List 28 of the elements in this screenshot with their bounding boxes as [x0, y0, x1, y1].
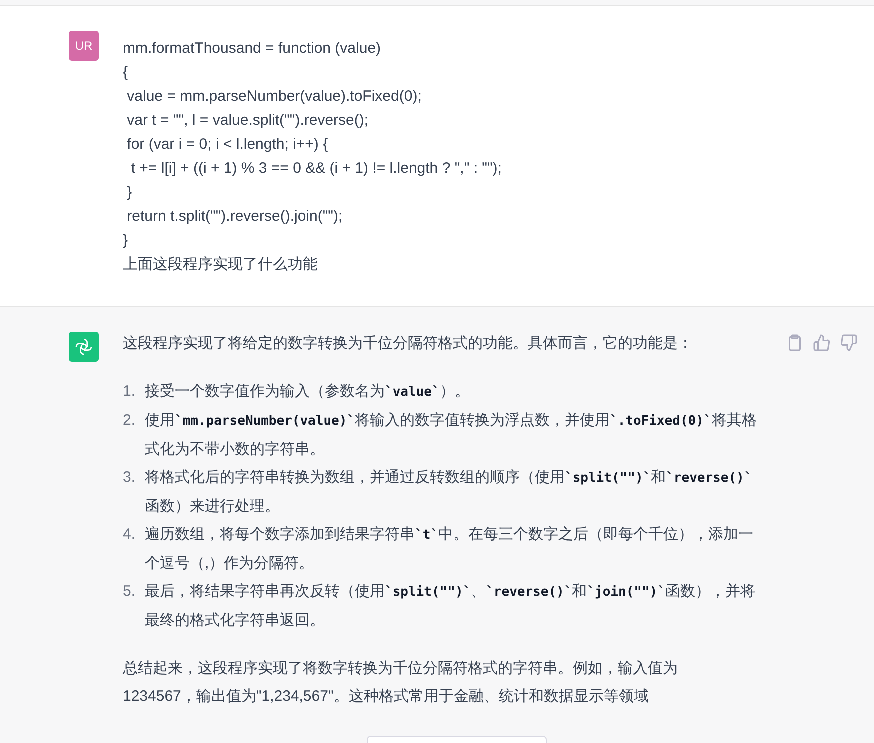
step-text: 使用`mm.parseNumber(value)`将输入的数字值转换为浮点数，并使用`.toFixed(0)`将其格式化为不带小数的字符串。: [145, 411, 758, 460]
knot-logo-icon: [74, 337, 94, 357]
answer-summary: 总结起来，这段程序实现了将数字转换为千位分隔符格式的字符串。例如，输入值为1234567，输出值为"1,234,567"。这种格式常用于金融、统计和数据显示等领域: [123, 659, 679, 707]
code-line: for (var i = 0; i < l.length; i++) {: [126, 135, 328, 155]
code-line: value = mm.parseNumber(value).toFixed(0);: [126, 87, 422, 107]
code-line: t += l[i] + ((i + 1) % 3 == 0 && (i + 1) != l.length ? "," : "");: [130, 159, 502, 179]
list-number: 3.: [123, 468, 137, 488]
code-line: var t = "", l = value.split("").reverse();: [126, 111, 369, 131]
step-text: 接受一个数字值作为输入（参数名为`value`）。: [145, 382, 470, 402]
step-text: 最后，将结果字符串再次反转（使用`split("")`、`reverse()`和`join("")`函数），并将最终的格式化字符串返回。: [145, 582, 756, 631]
code-line: mm.formatThousand = function (value): [123, 39, 382, 59]
list-number: 1.: [123, 382, 137, 402]
thumbs-down-icon[interactable]: [840, 334, 858, 352]
answer-intro: 这段程序实现了将给定的数字转换为千位分隔符格式的功能。具体而言，它的功能是：: [123, 334, 694, 354]
code-line: }: [126, 183, 132, 203]
question-text: 上面这段程序实现了什么功能: [123, 255, 319, 275]
user-avatar: UR: [69, 31, 99, 61]
list-number: 4.: [123, 525, 137, 545]
code-line: }: [123, 231, 128, 251]
clipboard-icon[interactable]: [786, 334, 804, 352]
bottom-button[interactable]: [367, 736, 547, 743]
step-text: 遍历数组，将每个数字添加到结果字符串`t`中。在每三个数字之后（即每个千位），添加一个逗号（,）作为分隔符。: [145, 525, 754, 574]
list-number: 5.: [123, 582, 137, 602]
thumbs-up-icon[interactable]: [813, 334, 831, 352]
list-number: 2.: [123, 411, 137, 431]
code-line: return t.split("").reverse().join("");: [126, 207, 343, 227]
step-text: 将格式化后的字符串转换为数组，并通过反转数组的顺序（使用`split("")`和`reverse()` 函数）来进行处理。: [145, 468, 754, 517]
code-line: {: [123, 63, 128, 83]
